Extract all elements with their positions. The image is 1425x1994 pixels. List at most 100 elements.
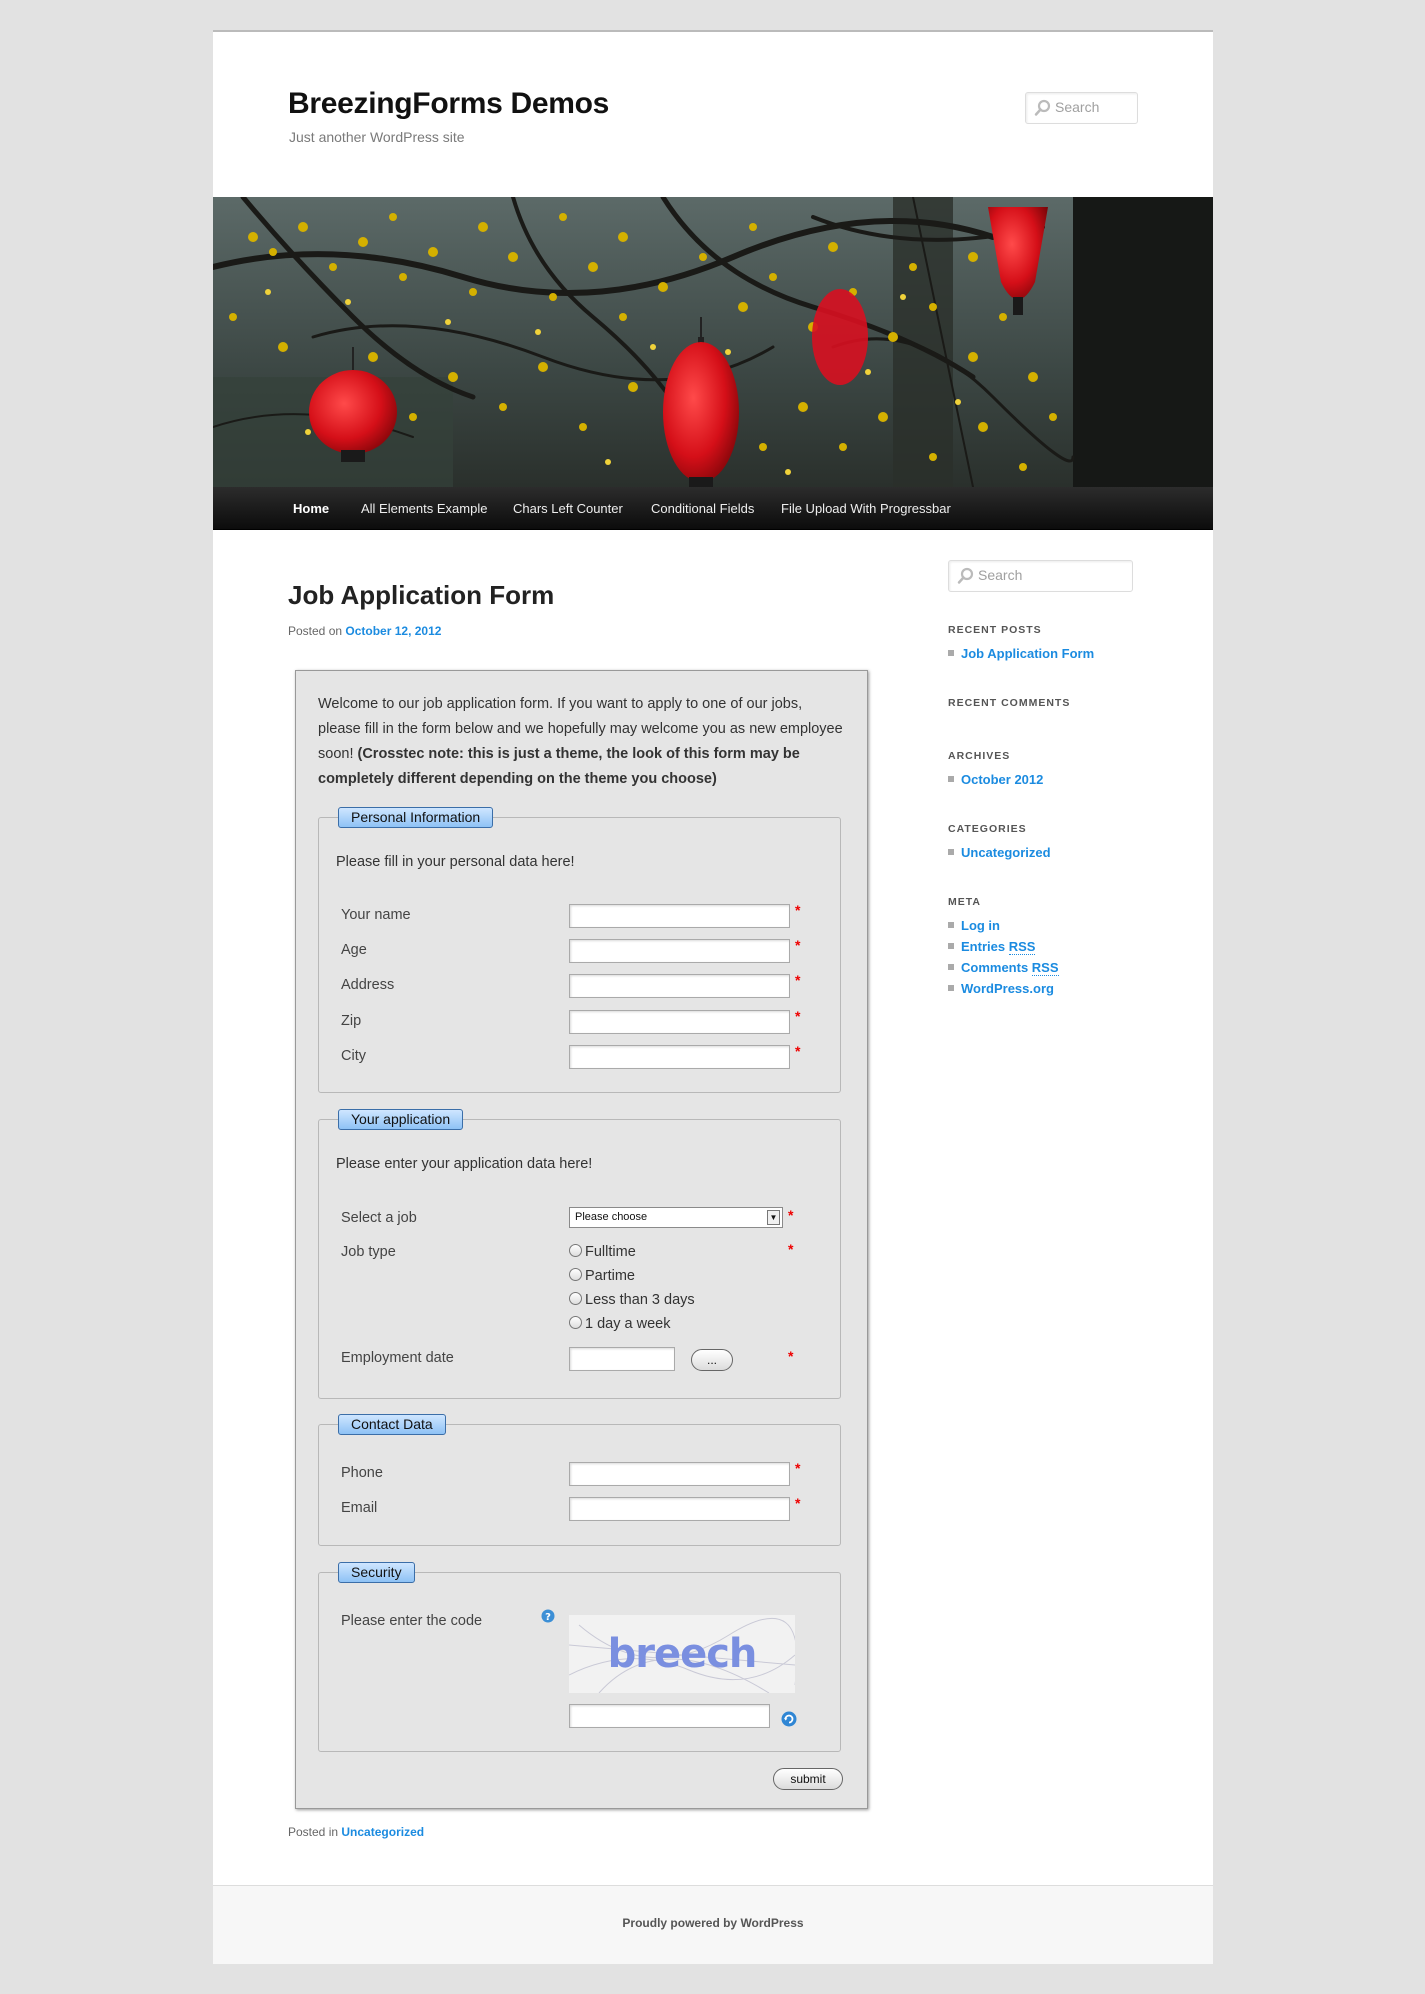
application-description: Please enter your application data here! bbox=[336, 1156, 593, 1172]
job-type-label: Job type bbox=[341, 1244, 396, 1260]
captcha-label: Please enter the code bbox=[341, 1613, 483, 1629]
sidebar-search-placeholder: Search bbox=[978, 567, 1023, 583]
list-bullet bbox=[948, 964, 954, 970]
required-marker: * bbox=[788, 1348, 794, 1364]
contact-data-fieldset: Contact Data Phone * Email * bbox=[318, 1414, 841, 1546]
archive-link[interactable]: October 2012 bbox=[961, 772, 1043, 787]
address-input[interactable] bbox=[569, 974, 790, 998]
your-name-label: Your name bbox=[341, 907, 411, 923]
captcha-text: breech bbox=[608, 1631, 757, 1677]
radio-button[interactable] bbox=[569, 1316, 582, 1329]
city-input[interactable] bbox=[569, 1045, 790, 1069]
category-link[interactable]: Uncategorized bbox=[341, 1825, 424, 1839]
footer-credit-link[interactable]: Proudly powered by WordPress bbox=[213, 1916, 1213, 1930]
list-bullet bbox=[948, 985, 954, 991]
submit-button[interactable]: submit bbox=[773, 1768, 843, 1790]
age-input[interactable] bbox=[569, 939, 790, 963]
captcha-input[interactable] bbox=[569, 1704, 770, 1728]
required-marker: * bbox=[795, 1043, 801, 1059]
your-name-input[interactable] bbox=[569, 904, 790, 928]
posted-on-label: Posted on bbox=[288, 624, 343, 638]
post-title[interactable]: Job Application Form bbox=[288, 580, 554, 611]
page: BreezingForms Demos Just another WordPre… bbox=[213, 30, 1213, 1964]
address-label: Address bbox=[341, 977, 395, 993]
footer: Proudly powered by WordPress bbox=[213, 1885, 1213, 1964]
age-label: Age bbox=[341, 942, 367, 958]
select-job-label: Select a job bbox=[341, 1210, 417, 1226]
application-fieldset: Your application Please enter your appli… bbox=[318, 1109, 841, 1399]
dropdown-arrow-icon: ▼ bbox=[767, 1210, 780, 1225]
select-job-value: Please choose bbox=[575, 1211, 648, 1223]
job-type-option-fulltime[interactable]: Fulltime bbox=[569, 1244, 636, 1260]
email-input[interactable] bbox=[569, 1497, 790, 1521]
posted-in-label: Posted in bbox=[288, 1825, 339, 1839]
meta-item: Entries RSS bbox=[948, 939, 1036, 955]
security-legend: Security bbox=[338, 1562, 415, 1583]
job-type-option-1-day-a-week[interactable]: 1 day a week bbox=[569, 1316, 670, 1332]
required-marker: * bbox=[795, 1008, 801, 1024]
radio-button[interactable] bbox=[569, 1292, 582, 1305]
recent-posts-title: RECENT POSTS bbox=[948, 624, 1042, 636]
security-fieldset: Security Please enter the code ? breech bbox=[318, 1562, 841, 1752]
job-type-option-less-than-3-days[interactable]: Less than 3 days bbox=[569, 1292, 695, 1308]
main-nav: Home All Elements Example Chars Left Cou… bbox=[213, 487, 1213, 530]
nav-item-all-elements[interactable]: All Elements Example bbox=[361, 487, 487, 530]
meta-item: Comments RSS bbox=[948, 960, 1059, 976]
application-legend: Your application bbox=[338, 1109, 464, 1130]
recent-post-item: Job Application Form bbox=[948, 646, 1094, 661]
personal-information-legend: Personal Information bbox=[338, 807, 494, 828]
radio-button[interactable] bbox=[569, 1268, 582, 1281]
log-in-link[interactable]: Log in bbox=[961, 918, 1000, 933]
list-bullet bbox=[948, 776, 954, 782]
required-marker: * bbox=[788, 1241, 794, 1257]
job-application-form: Welcome to our job application form. If … bbox=[295, 670, 868, 1809]
help-icon[interactable]: ? bbox=[541, 1609, 555, 1623]
posted-in: Posted in Uncategorized bbox=[288, 1825, 424, 1839]
sidebar-search-input[interactable]: Search bbox=[948, 560, 1133, 592]
lantern-back bbox=[812, 289, 868, 385]
list-bullet bbox=[948, 922, 954, 928]
required-marker: * bbox=[795, 972, 801, 988]
employment-date-input[interactable] bbox=[569, 1347, 675, 1371]
svg-text:?: ? bbox=[545, 1612, 551, 1623]
refresh-icon[interactable] bbox=[781, 1711, 797, 1727]
list-bullet bbox=[948, 650, 954, 656]
posted-on: Posted on October 12, 2012 bbox=[288, 624, 441, 638]
select-job-dropdown[interactable]: Please choose ▼ bbox=[569, 1207, 783, 1228]
phone-input[interactable] bbox=[569, 1462, 790, 1486]
post-date-link[interactable]: October 12, 2012 bbox=[345, 624, 441, 638]
form-intro-note: (Crosstec note: this is just a theme, th… bbox=[318, 746, 800, 787]
job-type-option-partime[interactable]: Partime bbox=[569, 1268, 635, 1284]
zip-input[interactable] bbox=[569, 1010, 790, 1034]
header-search-input[interactable]: Search bbox=[1025, 92, 1138, 124]
date-picker-button[interactable]: ... bbox=[691, 1349, 733, 1371]
required-marker: * bbox=[788, 1207, 794, 1223]
city-label: City bbox=[341, 1048, 366, 1064]
archives-title: ARCHIVES bbox=[948, 750, 1011, 762]
nav-item-conditional-fields[interactable]: Conditional Fields bbox=[651, 487, 754, 530]
site-title[interactable]: BreezingForms Demos bbox=[288, 87, 609, 121]
wordpress-org-link[interactable]: WordPress.org bbox=[961, 981, 1054, 996]
nav-item-file-upload[interactable]: File Upload With Progressbar bbox=[781, 487, 951, 530]
required-marker: * bbox=[795, 1495, 801, 1511]
personal-information-description: Please fill in your personal data here! bbox=[336, 854, 575, 870]
site-description: Just another WordPress site bbox=[289, 129, 465, 145]
list-bullet bbox=[948, 849, 954, 855]
form-intro: Welcome to our job application form. If … bbox=[318, 692, 848, 792]
header-image bbox=[213, 197, 1213, 487]
radio-button[interactable] bbox=[569, 1244, 582, 1257]
sidebar-category-link[interactable]: Uncategorized bbox=[961, 845, 1051, 860]
meta-item: WordPress.org bbox=[948, 981, 1054, 996]
entries-rss-link[interactable]: Entries RSS bbox=[961, 939, 1036, 955]
personal-information-fieldset: Personal Information Please fill in your… bbox=[318, 807, 841, 1093]
email-label: Email bbox=[341, 1500, 378, 1516]
captcha-image: breech bbox=[569, 1615, 795, 1693]
phone-label: Phone bbox=[341, 1465, 383, 1481]
comments-rss-link[interactable]: Comments RSS bbox=[961, 960, 1059, 976]
nav-item-home[interactable]: Home bbox=[293, 487, 329, 530]
header-search-placeholder: Search bbox=[1055, 99, 1100, 115]
employment-date-label: Employment date bbox=[341, 1350, 454, 1366]
nav-item-chars-left-counter[interactable]: Chars Left Counter bbox=[513, 487, 623, 530]
archive-item: October 2012 bbox=[948, 772, 1043, 787]
recent-post-link[interactable]: Job Application Form bbox=[961, 646, 1094, 661]
